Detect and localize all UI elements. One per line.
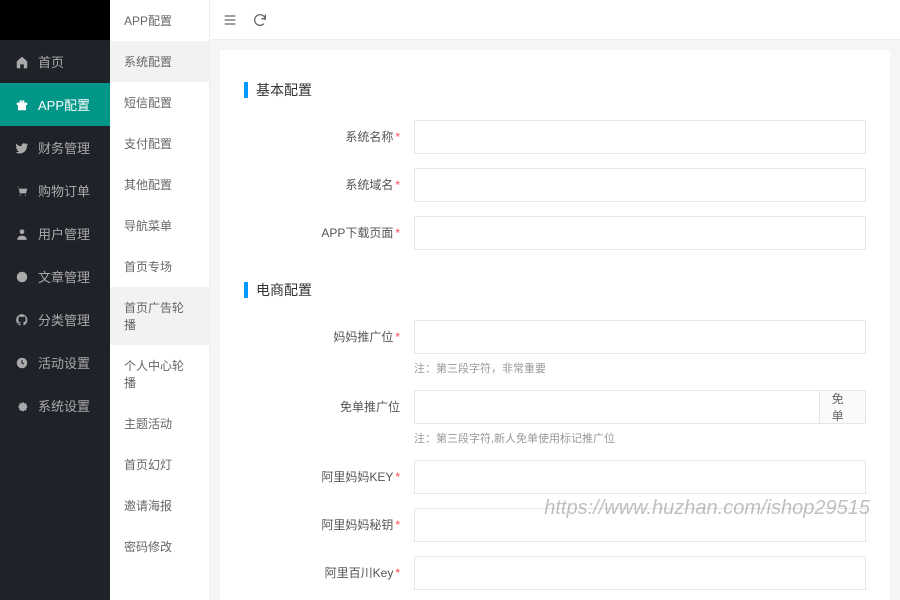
row-promo-slot: 妈妈推广位* 注：第三段字符，非常重要: [244, 320, 866, 376]
input-promo-slot[interactable]: [414, 320, 866, 354]
nav-label: 分类管理: [38, 310, 90, 329]
dashboard-icon: [14, 356, 30, 370]
nav-users[interactable]: 用户管理: [0, 212, 110, 255]
nav-articles[interactable]: 文章管理: [0, 255, 110, 298]
row-alimama-secret: 阿里妈妈秘钥*: [244, 508, 866, 542]
sub-theme-activity[interactable]: 主题活动: [110, 403, 209, 444]
nav-orders[interactable]: 购物订单: [0, 169, 110, 212]
sub-sidebar: APP配置 系统配置 短信配置 支付配置 其他配置 导航菜单 首页专场 首页广告…: [110, 0, 210, 600]
section-title-text: 电商配置: [256, 280, 312, 300]
nav-label: 购物订单: [38, 181, 90, 200]
sub-home-special[interactable]: 首页专场: [110, 246, 209, 287]
row-app-download: APP下载页面*: [244, 216, 866, 250]
row-free-slot: 免单推广位 免单 注：第三段字符,新人免单使用标记推广位: [244, 390, 866, 446]
menu-toggle-icon[interactable]: [222, 12, 238, 28]
row-alimama-key: 阿里妈妈KEY*: [244, 460, 866, 494]
home-icon: [14, 55, 30, 69]
nav-home[interactable]: 首页: [0, 40, 110, 83]
row-sys-name: 系统名称*: [244, 120, 866, 154]
addon-free-slot: 免单: [820, 390, 866, 424]
sub-nav-menu[interactable]: 导航菜单: [110, 205, 209, 246]
sub-home-carousel[interactable]: 首页广告轮播: [110, 287, 209, 345]
nav-label: 文章管理: [38, 267, 90, 286]
label-promo-slot: 妈妈推广位*: [244, 320, 414, 345]
input-sys-domain[interactable]: [414, 168, 866, 202]
nav-label: APP配置: [38, 95, 90, 114]
sub-home-slide[interactable]: 首页幻灯: [110, 444, 209, 485]
twitter-icon: [14, 141, 30, 155]
nav-app-config[interactable]: APP配置: [0, 83, 110, 126]
input-free-slot[interactable]: [414, 390, 820, 424]
label-app-download: APP下载页面*: [244, 216, 414, 241]
nav-label: 首页: [38, 52, 64, 71]
nav-label: 活动设置: [38, 353, 90, 372]
refresh-icon[interactable]: [252, 12, 268, 28]
cart-icon: [14, 184, 30, 198]
input-sys-name[interactable]: [414, 120, 866, 154]
gift-icon: [14, 98, 30, 112]
content-area: 基本配置 系统名称* 系统域名* APP下载页面* 电商配置: [210, 40, 900, 600]
label-alimama-secret: 阿里妈妈秘钥*: [244, 508, 414, 533]
nav-categories[interactable]: 分类管理: [0, 298, 110, 341]
label-free-slot: 免单推广位: [244, 390, 414, 415]
gear-icon: [14, 399, 30, 413]
sub-system-config[interactable]: 系统配置: [110, 41, 209, 82]
nav-system[interactable]: 系统设置: [0, 384, 110, 427]
form-panel: 基本配置 系统名称* 系统域名* APP下载页面* 电商配置: [220, 50, 890, 600]
hint-promo-slot: 注：第三段字符，非常重要: [414, 360, 866, 376]
input-app-download[interactable]: [414, 216, 866, 250]
sub-pay-config[interactable]: 支付配置: [110, 123, 209, 164]
sub-password[interactable]: 密码修改: [110, 526, 209, 567]
section-title-text: 基本配置: [256, 80, 312, 100]
row-baichuan-key: 阿里百川Key*: [244, 556, 866, 590]
nav-activities[interactable]: 活动设置: [0, 341, 110, 384]
user-icon: [14, 227, 30, 241]
main-sidebar: 首页 APP配置 财务管理 购物订单 用户管理 文章管理 分类管理 活动设置: [0, 0, 110, 600]
section-bar: [244, 82, 248, 98]
github-icon: [14, 313, 30, 327]
section-ecom: 电商配置: [244, 280, 866, 300]
input-baichuan-key[interactable]: [414, 556, 866, 590]
label-sys-name: 系统名称*: [244, 120, 414, 145]
sub-other-config[interactable]: 其他配置: [110, 164, 209, 205]
label-sys-domain: 系统域名*: [244, 168, 414, 193]
nav-label: 财务管理: [38, 138, 90, 157]
label-baichuan-key: 阿里百川Key*: [244, 556, 414, 581]
document-icon: [14, 270, 30, 284]
sub-sms-config[interactable]: 短信配置: [110, 82, 209, 123]
main-area: 基本配置 系统名称* 系统域名* APP下载页面* 电商配置: [210, 0, 900, 600]
logo-area: [0, 0, 110, 40]
section-bar: [244, 282, 248, 298]
nav-label: 系统设置: [38, 396, 90, 415]
input-alimama-key[interactable]: [414, 460, 866, 494]
sub-invite-poster[interactable]: 邀请海报: [110, 485, 209, 526]
section-basic: 基本配置: [244, 80, 866, 100]
label-alimama-key: 阿里妈妈KEY*: [244, 460, 414, 485]
input-alimama-secret[interactable]: [414, 508, 866, 542]
hint-free-slot: 注：第三段字符,新人免单使用标记推广位: [414, 430, 866, 446]
nav-finance[interactable]: 财务管理: [0, 126, 110, 169]
row-sys-domain: 系统域名*: [244, 168, 866, 202]
topbar: [210, 0, 900, 40]
nav-label: 用户管理: [38, 224, 90, 243]
sub-profile-carousel[interactable]: 个人中心轮播: [110, 345, 209, 403]
sub-app-config[interactable]: APP配置: [110, 0, 209, 41]
